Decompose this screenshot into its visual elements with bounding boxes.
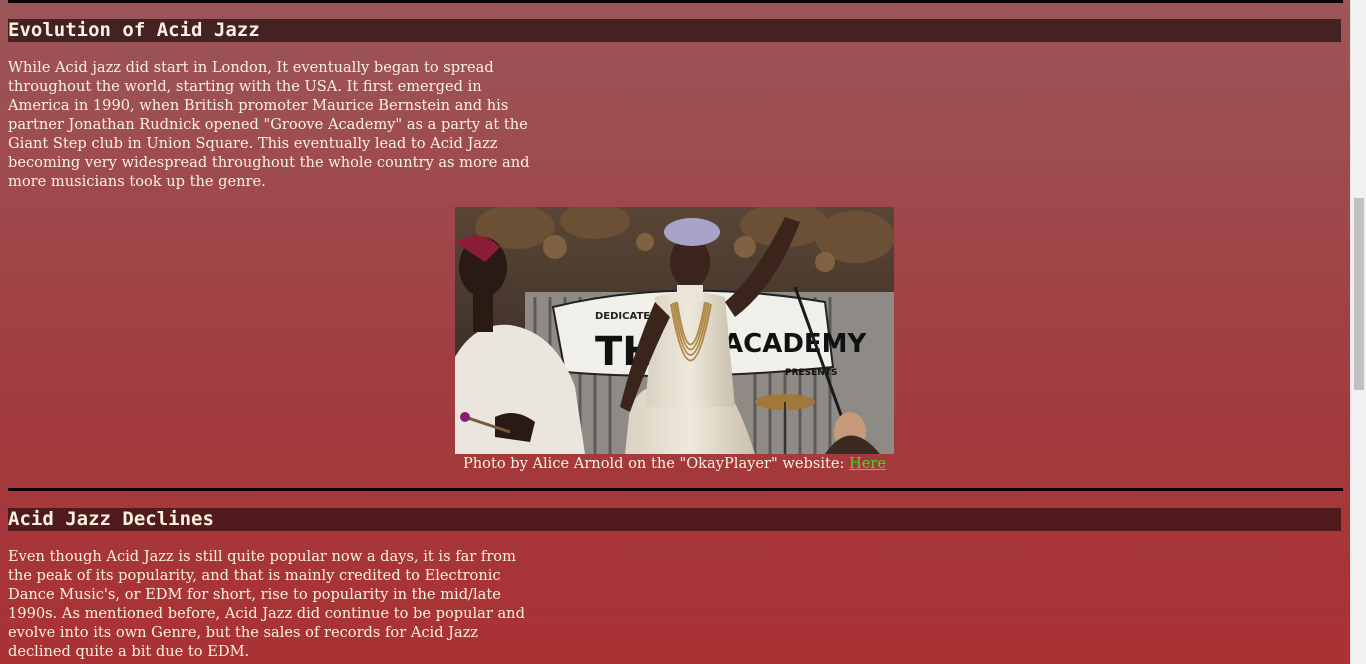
section-divider — [8, 0, 1343, 3]
photo-caption: Photo by Alice Arnold on the "OkayPlayer… — [455, 454, 894, 474]
page-content: Evolution of Acid Jazz While Acid jazz d… — [0, 0, 1350, 664]
scrollbar-thumb[interactable] — [1354, 198, 1364, 390]
groove-academy-photo: DEDICATED THE ACADEMY PRESENTS — [455, 207, 894, 454]
section-heading-evolution: Evolution of Acid Jazz — [8, 19, 1341, 42]
vertical-scrollbar[interactable] — [1350, 0, 1366, 664]
sign-text-academy: ACADEMY — [723, 329, 868, 359]
declines-paragraph: Even though Acid Jazz is still quite pop… — [8, 548, 525, 660]
section-heading-declines: Acid Jazz Declines — [8, 508, 1341, 531]
sign-text-presents: PRESENTS — [785, 368, 837, 378]
photo-caption-text: Photo by Alice Arnold on the "OkayPlayer… — [462, 455, 850, 472]
evolution-paragraph: While Acid jazz did start in London, It … — [8, 59, 530, 190]
photo-source-link[interactable]: Here — [849, 455, 886, 472]
section-divider — [8, 488, 1343, 491]
